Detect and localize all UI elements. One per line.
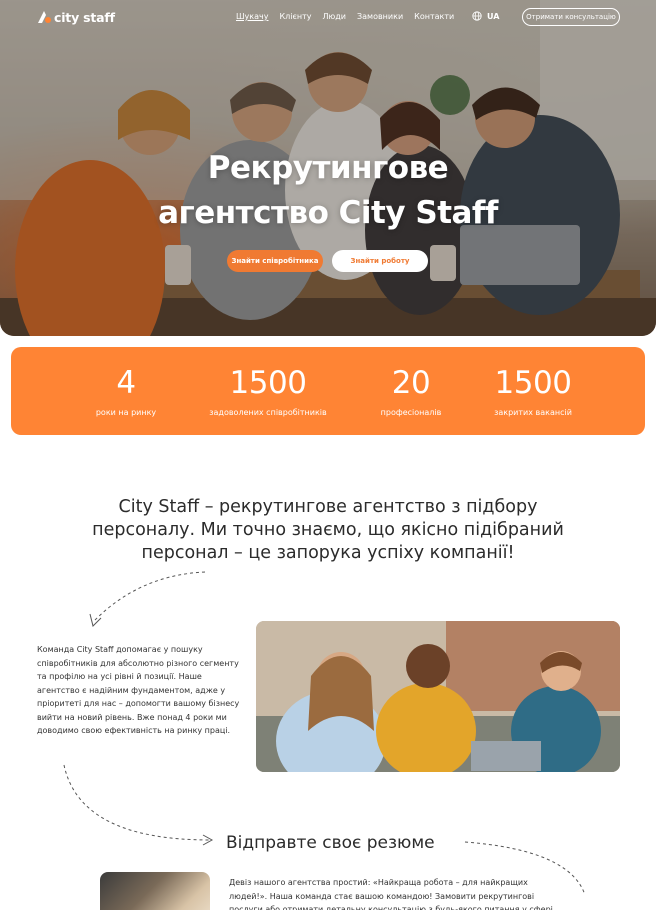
logo[interactable]: city staff: [36, 9, 115, 25]
hero-title: Рекрутингове агентство City Staff: [0, 146, 656, 236]
language-label: UA: [487, 11, 500, 21]
nav-item-people[interactable]: Люди: [323, 12, 346, 21]
top-nav: city staff Шукачу Клієнту Люди Замовники…: [0, 0, 656, 34]
nav-item-job-seeker[interactable]: Шукачу: [236, 12, 268, 21]
stat-employees: 1500 задоволених співробітників: [198, 347, 338, 435]
stat-value: 1500: [229, 365, 307, 401]
intro-statement: City Staff – рекрутингове агентство з пі…: [78, 496, 578, 565]
language-switcher[interactable]: UA: [472, 11, 499, 21]
stat-label: закритих вакансій: [494, 408, 572, 417]
stat-value: 20: [391, 365, 431, 401]
nav-item-client[interactable]: Клієнту: [279, 12, 311, 21]
nav-item-contacts[interactable]: Контакти: [414, 12, 454, 21]
stat-label: професіоналів: [380, 408, 442, 417]
nav-item-customers[interactable]: Замовники: [357, 12, 403, 21]
stat-label: роки на ринку: [95, 408, 157, 417]
stats-bar: 4 роки на ринку 1500 задоволених співроб…: [11, 347, 645, 435]
intro-line3: персонал – це запорука успіху компанії!: [141, 543, 515, 563]
resume-paragraph: Девіз нашого агентства простий: «Найкращ…: [229, 878, 553, 910]
about-paragraph: Команда City Staff допомагає у пошуку сп…: [37, 645, 240, 735]
stat-value: 1500: [494, 365, 572, 401]
stat-years: 4 роки на ринку: [66, 347, 186, 435]
stat-professionals: 20 професіоналів: [351, 347, 471, 435]
logo-icon: [38, 11, 51, 23]
intro-line2: персоналу. Ми точно знаємо, що якісно пі…: [92, 520, 564, 540]
logo-text: city staff: [54, 9, 115, 25]
find-job-button[interactable]: Знайти роботу: [332, 250, 428, 272]
resume-section-title: Відправте своє резюме: [226, 833, 435, 853]
hero-section: city staff Шукачу Клієнту Люди Замовники…: [0, 0, 656, 336]
hero-title-line2: агентство City Staff: [158, 195, 498, 231]
hero-title-line1: Рекрутингове: [207, 150, 449, 186]
stat-value: 4: [116, 365, 136, 401]
handshake-photo: [100, 872, 210, 910]
get-consultation-button[interactable]: Отримати консультацію: [522, 8, 620, 26]
globe-icon: [472, 11, 482, 21]
main-menu: Шукачу Клієнту Люди Замовники Контакти: [236, 12, 454, 21]
team-photo: [256, 621, 620, 772]
stat-vacancies: 1500 закритих вакансій: [473, 347, 593, 435]
find-employee-button[interactable]: Знайти співробітника: [227, 250, 323, 272]
stat-label: задоволених співробітників: [209, 408, 327, 417]
intro-line1: City Staff – рекрутингове агентство з пі…: [118, 497, 538, 517]
team-photo-image: [256, 621, 620, 772]
